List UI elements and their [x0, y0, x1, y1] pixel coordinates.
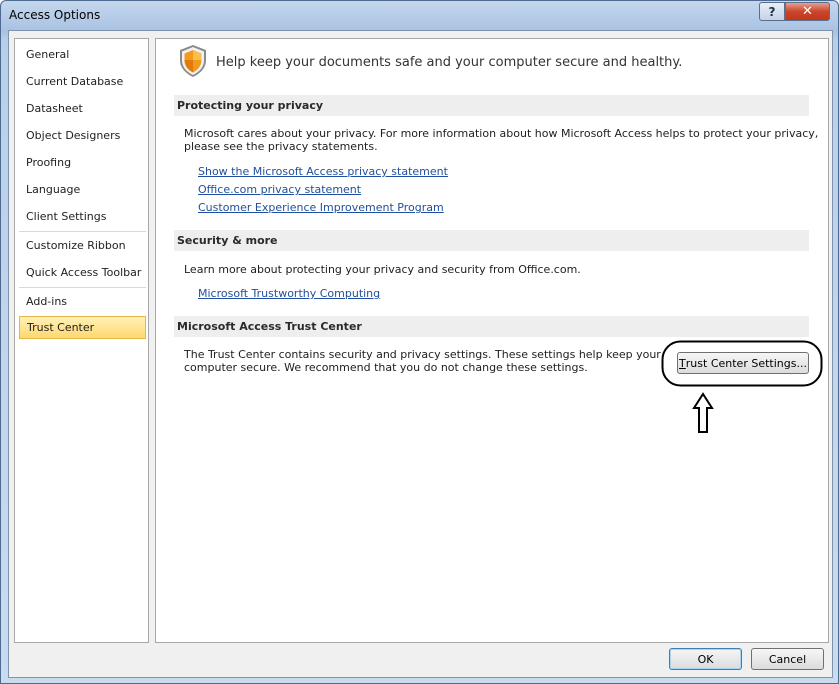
nav-item-general[interactable]: General	[19, 43, 146, 66]
shield-icon	[180, 45, 206, 77]
cancel-button[interactable]: Cancel	[751, 648, 824, 670]
privacy-text-line1: Microsoft cares about your privacy. For …	[184, 127, 819, 140]
nav-item-proofing[interactable]: Proofing	[19, 151, 146, 174]
nav-item-object-designers[interactable]: Object Designers	[19, 124, 146, 147]
close-button[interactable]: ✕	[785, 2, 830, 21]
trust-center-text-line1: The Trust Center contains security and p…	[184, 348, 661, 361]
trust-center-button-accelerator: T	[679, 356, 686, 370]
section-heading-security: Security & more	[174, 230, 809, 251]
section-heading-privacy: Protecting your privacy	[174, 95, 809, 116]
office-privacy-link[interactable]: Office.com privacy statement	[198, 183, 361, 196]
trust-center-text-line2: computer secure. We recommend that you d…	[184, 361, 588, 374]
page-headline: Help keep your documents safe and your c…	[216, 55, 683, 70]
nav-item-customize-ribbon[interactable]: Customize Ribbon	[19, 234, 146, 257]
dialog-client-area: General Current Database Datasheet Objec…	[8, 30, 833, 678]
options-nav: General Current Database Datasheet Objec…	[14, 38, 149, 643]
nav-separator	[19, 231, 146, 232]
trustworthy-computing-link[interactable]: Microsoft Trustworthy Computing	[198, 287, 380, 300]
security-text: Learn more about protecting your privacy…	[184, 263, 581, 276]
privacy-statement-link[interactable]: Show the Microsoft Access privacy statem…	[198, 165, 448, 178]
nav-item-current-database[interactable]: Current Database	[19, 70, 146, 93]
nav-item-trust-center[interactable]: Trust Center	[19, 316, 146, 339]
section-heading-trust-center: Microsoft Access Trust Center	[174, 316, 809, 337]
trust-center-settings-button[interactable]: Trust Center Settings...	[677, 352, 809, 374]
annotation-arrow-up-icon	[692, 392, 714, 433]
nav-item-add-ins[interactable]: Add-ins	[19, 290, 146, 313]
window-title: Access Options	[9, 8, 101, 22]
help-button[interactable]: ?	[759, 2, 785, 21]
privacy-text-line2: please see the privacy statements.	[184, 140, 378, 153]
ok-button[interactable]: OK	[669, 648, 742, 670]
nav-item-client-settings[interactable]: Client Settings	[19, 205, 146, 228]
title-bar[interactable]: Access Options ? ✕	[1, 1, 838, 31]
nav-separator	[19, 287, 146, 288]
access-options-window: Access Options ? ✕ General Current Datab…	[0, 0, 839, 684]
nav-item-quick-access-toolbar[interactable]: Quick Access Toolbar	[19, 261, 146, 284]
trust-center-panel: Help keep your documents safe and your c…	[155, 38, 829, 643]
nav-item-datasheet[interactable]: Datasheet	[19, 97, 146, 120]
trust-center-button-label: rust Center Settings...	[685, 356, 807, 370]
nav-item-language[interactable]: Language	[19, 178, 146, 201]
ceip-link[interactable]: Customer Experience Improvement Program	[198, 201, 444, 214]
